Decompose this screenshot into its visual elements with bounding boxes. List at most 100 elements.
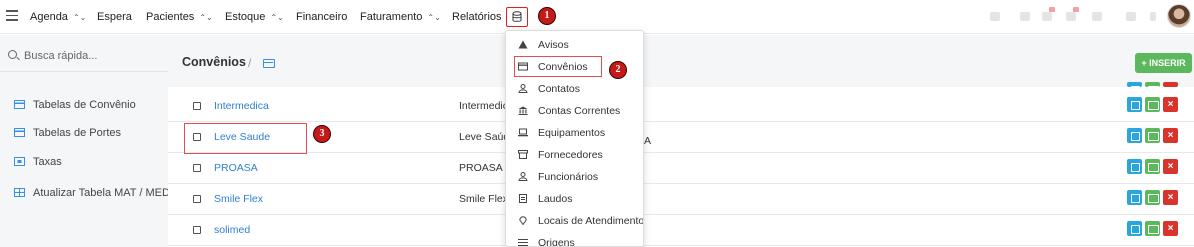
view-button[interactable] — [1145, 190, 1160, 205]
menu-item-label: Avisos — [538, 39, 569, 51]
nav-pacientes[interactable]: Pacientes ⌃⌄ — [146, 11, 213, 23]
menu-item-contas-correntes[interactable]: Contas Correntes — [506, 100, 643, 122]
row-checkbox[interactable] — [193, 195, 201, 203]
convenio-link[interactable]: solimed — [214, 224, 250, 236]
sidebar-item-taxas[interactable]: Taxas — [14, 156, 62, 168]
menu-item-label: Origens — [538, 237, 575, 247]
chevron-updown-icon: ⌃⌄ — [427, 13, 441, 22]
toolbar-icon[interactable] — [1092, 12, 1102, 21]
toolbar-icon[interactable] — [990, 12, 1000, 21]
view-button[interactable] — [1145, 159, 1160, 174]
sidebar-item-label: Tabelas de Convênio — [33, 99, 136, 111]
convenio-link[interactable]: Smile Flex — [214, 193, 263, 205]
chevron-updown-icon: ⌃⌄ — [72, 13, 87, 22]
user-avatar[interactable] — [1167, 4, 1191, 28]
view-button[interactable] — [1145, 82, 1160, 95]
view-button[interactable] — [1145, 221, 1160, 236]
notification-icon[interactable] — [1042, 12, 1052, 21]
sidebar-item-tabelas-convenio[interactable]: Tabelas de Convênio — [14, 99, 136, 111]
search-input[interactable] — [24, 48, 164, 64]
truncated-text: A — [644, 135, 652, 147]
menu-item-avisos[interactable]: Avisos — [506, 34, 643, 56]
sidebar-item-label: Taxas — [33, 156, 62, 168]
toolbar-icon[interactable] — [1020, 12, 1030, 21]
edit-button[interactable] — [1127, 82, 1142, 95]
message-icon[interactable] — [1066, 12, 1076, 21]
row-checkbox[interactable] — [193, 164, 201, 172]
search-icon — [8, 50, 17, 59]
row-checkbox[interactable] — [193, 102, 201, 110]
divider — [0, 71, 168, 72]
laptop-icon — [518, 128, 528, 137]
view-button[interactable] — [1145, 128, 1160, 143]
convenio-name: PROASA — [459, 162, 503, 174]
chevron-updown-icon: ⌃⌄ — [199, 13, 213, 22]
sidebar-item-tabelas-portes[interactable]: Tabelas de Portes — [14, 127, 121, 139]
nav-agenda[interactable]: Agenda ⌃⌄ — [30, 11, 86, 23]
nav-financeiro[interactable]: Financeiro — [296, 11, 347, 23]
table-row: PROASA PROASA × — [168, 153, 1194, 184]
ticket-icon — [14, 157, 25, 166]
nav-pacientes-label: Pacientes — [146, 11, 195, 23]
warning-icon — [518, 40, 528, 49]
menu-item-label: Equipamentos — [538, 127, 606, 139]
database-button[interactable] — [506, 7, 528, 27]
nav-agenda-label: Agenda — [30, 11, 68, 23]
menu-item-laudos[interactable]: Laudos — [506, 188, 643, 210]
convenio-name: Intermedic — [459, 100, 509, 112]
page-header: Convênios / + INSERIR — [168, 35, 1194, 87]
edit-button[interactable] — [1127, 128, 1142, 143]
step-marker-3: 3 — [313, 125, 331, 143]
edit-button[interactable] — [1127, 159, 1142, 174]
nav-estoque[interactable]: Estoque ⌃⌄ — [225, 11, 284, 23]
highlight-box — [514, 56, 602, 77]
breadcrumb-separator: / — [248, 56, 252, 70]
location-icon — [519, 216, 527, 225]
menu-item-locais-atendimento[interactable]: Locais de Atendimento — [506, 210, 643, 232]
sidebar-item-label: Tabelas de Portes — [33, 127, 122, 139]
menu-item-label: Contas Correntes — [538, 105, 621, 117]
insert-button[interactable]: + INSERIR — [1135, 53, 1192, 73]
menu-item-label: Fornecedores — [538, 149, 603, 161]
delete-button[interactable]: × — [1163, 221, 1178, 236]
nav-relatorios[interactable]: Relatórios — [452, 11, 502, 23]
nav-espera-label: Espera — [97, 11, 132, 23]
nav-faturamento[interactable]: Faturamento ⌃⌄ — [360, 11, 441, 23]
step-marker-2: 2 — [609, 61, 627, 79]
delete-button[interactable] — [1163, 82, 1178, 87]
table-icon — [14, 188, 25, 197]
table-row: Smile Flex Smile Flex × — [168, 184, 1194, 215]
sidebar-item-atualizar-tabela[interactable]: Atualizar Tabela MAT / MED — [14, 187, 170, 199]
card-icon — [263, 59, 275, 68]
menu-item-origens[interactable]: Origens — [506, 232, 643, 247]
edit-button[interactable] — [1127, 190, 1142, 205]
delete-button[interactable]: × — [1163, 159, 1178, 174]
convenio-link[interactable]: Intermedica — [214, 100, 269, 112]
edit-button[interactable] — [1127, 97, 1142, 112]
message-badge — [1073, 7, 1079, 12]
menu-item-contatos[interactable]: Contatos — [506, 78, 643, 100]
edit-button[interactable] — [1127, 221, 1142, 236]
delete-button[interactable]: × — [1163, 190, 1178, 205]
notification-badge — [1049, 7, 1055, 12]
nav-financeiro-label: Financeiro — [296, 11, 348, 23]
sidebar-item-label: Atualizar Tabela MAT / MED — [33, 187, 170, 199]
card-icon — [14, 100, 25, 109]
database-icon — [512, 11, 522, 22]
settings-icon[interactable] — [1126, 12, 1136, 21]
convenio-link[interactable]: PROASA — [214, 162, 258, 174]
delete-button[interactable]: × — [1163, 97, 1178, 112]
list-icon — [518, 239, 528, 246]
toolbar-icon[interactable] — [1150, 12, 1156, 21]
nav-espera[interactable]: Espera — [97, 11, 132, 23]
row-checkbox[interactable] — [193, 226, 201, 234]
delete-button[interactable]: × — [1163, 128, 1178, 143]
menu-item-funcionarios[interactable]: Funcionários — [506, 166, 643, 188]
menu-item-fornecedores[interactable]: Fornecedores — [506, 144, 643, 166]
view-button[interactable] — [1145, 97, 1160, 112]
card-icon — [14, 128, 25, 137]
menu-item-equipamentos[interactable]: Equipamentos — [506, 122, 643, 144]
chevron-updown-icon: ⌃⌄ — [270, 13, 284, 22]
document-icon — [519, 194, 527, 203]
menu-icon[interactable] — [6, 10, 18, 21]
